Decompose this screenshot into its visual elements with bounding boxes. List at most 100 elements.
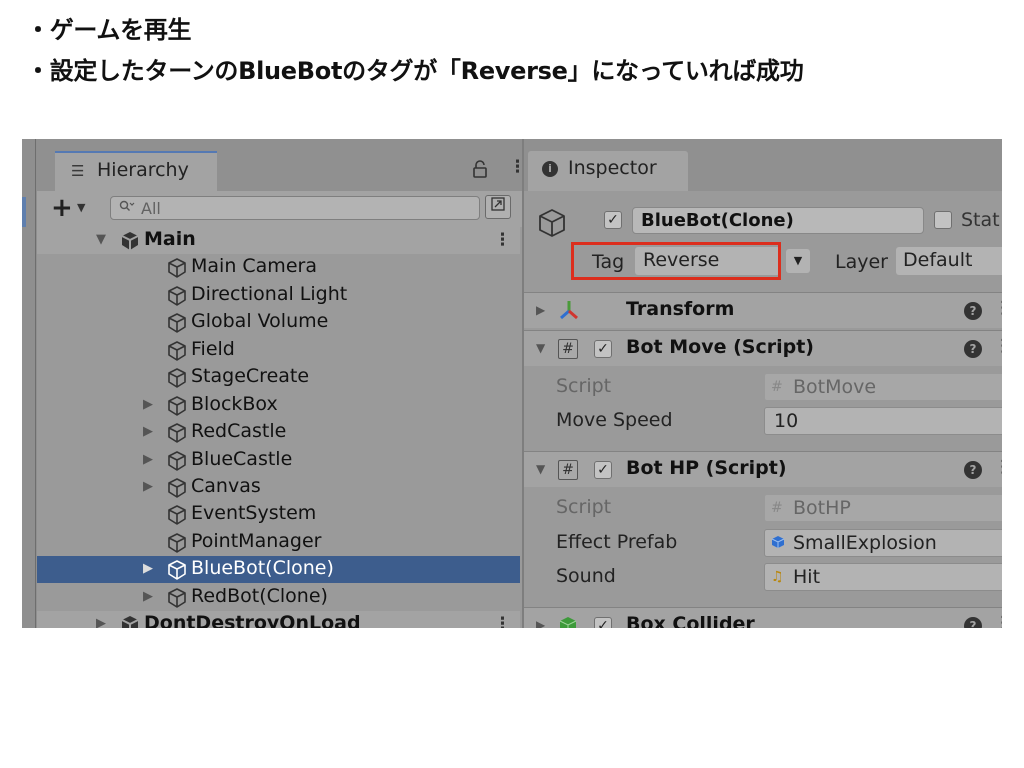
hierarchy-tree: ▼ Main ⋮ Main Camera Directional Light Global…	[37, 227, 520, 628]
gameobject-cube-icon	[166, 285, 188, 312]
move-speed-field[interactable]	[764, 407, 1002, 435]
hierarchy-item-label: Global Volume	[191, 310, 329, 332]
move-speed-input[interactable]	[765, 408, 1002, 434]
expand-arrow-icon[interactable]: ▶	[96, 616, 106, 628]
help-icon[interactable]: ?	[964, 461, 982, 479]
component-menu-icon[interactable]: ⋮	[994, 298, 1002, 318]
hierarchy-item-label: RedCastle	[191, 420, 287, 442]
prefab-cube-icon	[771, 535, 785, 553]
collapse-arrow-icon[interactable]: ▼	[536, 462, 545, 476]
bot-move-title: Bot Move (Script)	[626, 336, 814, 358]
component-menu-icon[interactable]: ⋮	[994, 457, 1002, 477]
gameobject-cube-icon	[166, 532, 188, 559]
static-checkbox[interactable]: ✓	[934, 211, 952, 229]
add-object-button[interactable]: +	[51, 193, 73, 223]
gameobject-cube-icon	[166, 312, 188, 339]
hierarchy-item[interactable]: EventSystem	[37, 501, 520, 528]
bot-hp-enabled-checkbox[interactable]: ✓	[594, 461, 612, 479]
expand-arrow-icon[interactable]: ▶	[143, 452, 153, 467]
expand-arrow-icon[interactable]: ▶	[143, 397, 153, 412]
hierarchy-item[interactable]: ▶ RedCastle	[37, 419, 520, 446]
tag-highlight-box	[571, 242, 781, 280]
script-field: # BotHP	[764, 494, 1002, 522]
hierarchy-item[interactable]: ▶ BlueCastle	[37, 447, 520, 474]
hierarchy-item[interactable]: ▶ BlueBot(Clone)	[37, 556, 520, 583]
object-name-input[interactable]	[633, 208, 921, 232]
help-icon[interactable]: ?	[964, 340, 982, 358]
hierarchy-item-label: Main	[144, 228, 196, 250]
box-collider-header[interactable]: ▶ ✓ Box Collider ? ⋮	[524, 607, 1002, 628]
bot-hp-script-row: Script # BotHP	[524, 491, 1002, 525]
script-value: BotMove	[793, 376, 877, 398]
help-icon[interactable]: ?	[964, 302, 982, 320]
component-menu-icon[interactable]: ⋮	[994, 336, 1002, 356]
transform-title: Transform	[626, 298, 735, 320]
collapse-arrow-icon[interactable]: ▼	[536, 341, 545, 355]
hierarchy-item[interactable]: Directional Light	[37, 282, 520, 309]
bot-hp-title: Bot HP (Script)	[626, 457, 787, 479]
help-icon[interactable]: ?	[964, 617, 982, 628]
gameobject-cube-icon	[166, 340, 188, 367]
gameobject-cube-icon	[166, 367, 188, 394]
hierarchy-item-label: StageCreate	[191, 365, 310, 387]
hierarchy-search[interactable]	[110, 196, 480, 220]
lock-icon[interactable]	[473, 160, 487, 182]
slide-bullets: ・ゲームを再生 ・設定したターンのBlueBotのタグが「Reverse」になっ…	[26, 16, 804, 100]
expand-arrow-icon[interactable]: ▶	[143, 589, 153, 604]
hierarchy-item-label: BlueCastle	[191, 448, 293, 470]
gameobject-cube-icon	[166, 477, 188, 504]
hierarchy-item[interactable]: PointManager	[37, 529, 520, 556]
component-menu-icon[interactable]: ⋮	[994, 613, 1002, 628]
collapse-arrow-icon[interactable]: ▼	[96, 232, 106, 247]
transform-header[interactable]: ▶ Transform ? ⋮	[524, 292, 1002, 328]
bot-move-header[interactable]: ▼ # ✓ Bot Move (Script) ? ⋮	[524, 330, 1002, 366]
tag-chevron-down-icon[interactable]: ▼	[786, 249, 810, 273]
effect-prefab-field[interactable]: SmallExplosion	[764, 529, 1002, 557]
hierarchy-item[interactable]: Global Volume	[37, 309, 520, 336]
list-icon: ☰	[71, 162, 85, 180]
expand-arrow-icon[interactable]: ▶	[143, 561, 153, 576]
layer-dropdown[interactable]: Default	[896, 247, 1002, 275]
scene-menu-icon[interactable]: ⋮	[494, 230, 511, 250]
bullet-success-condition: ・設定したターンのBlueBotのタグが「Reverse」になっていれば成功	[26, 57, 804, 85]
bullet-play-game: ・ゲームを再生	[26, 16, 192, 44]
object-name-field[interactable]	[632, 207, 924, 234]
gameobject-cube-icon	[166, 422, 188, 449]
layer-label: Layer	[835, 251, 888, 273]
gameobject-cube-icon	[166, 257, 188, 284]
gameobject-cube-icon	[166, 450, 188, 477]
bot-move-script-row: Script # BotMove	[524, 370, 1002, 404]
effect-prefab-row: Effect Prefab SmallExplosion	[524, 526, 1002, 560]
active-checkbox[interactable]: ✓	[604, 211, 622, 229]
bot-hp-header[interactable]: ▼ # ✓ Bot HP (Script) ? ⋮	[524, 451, 1002, 487]
scene-row[interactable]: ▶ DontDestroyOnLoad ⋮	[37, 611, 520, 628]
hierarchy-item[interactable]: ▶ RedBot(Clone)	[37, 584, 520, 611]
tab-hierarchy[interactable]: ☰ Hierarchy	[55, 151, 217, 191]
hierarchy-item[interactable]: Main Camera	[37, 254, 520, 281]
expand-arrow-icon[interactable]: ▶	[143, 479, 153, 494]
expand-arrow-icon[interactable]: ▶	[143, 424, 153, 439]
expand-arrow-icon[interactable]: ▶	[536, 303, 545, 317]
box-collider-enabled-checkbox[interactable]: ✓	[594, 617, 612, 628]
search-input[interactable]	[141, 198, 461, 218]
gameobject-cube-icon	[536, 207, 568, 243]
gameobject-cube-icon	[166, 587, 188, 614]
chevron-down-icon[interactable]: ▼	[77, 201, 85, 214]
tab-inspector[interactable]: i Inspector	[528, 151, 688, 191]
hierarchy-item[interactable]: ▶ BlockBox	[37, 392, 520, 419]
scene-visibility-button[interactable]	[485, 195, 511, 219]
move-speed-label: Move Speed	[556, 409, 673, 431]
info-icon: i	[542, 161, 558, 177]
script-label: Script	[556, 375, 612, 397]
hierarchy-item[interactable]: Field	[37, 337, 520, 364]
box-collider-icon	[558, 615, 578, 628]
sound-field[interactable]: ♫ Hit	[764, 563, 1002, 591]
expand-arrow-icon[interactable]: ▶	[536, 618, 545, 628]
tab-inspector-label: Inspector	[568, 157, 657, 179]
hierarchy-item[interactable]: StageCreate	[37, 364, 520, 391]
hierarchy-item[interactable]: ▶ Canvas	[37, 474, 520, 501]
scene-row[interactable]: ▼ Main ⋮	[37, 227, 520, 254]
bot-move-enabled-checkbox[interactable]: ✓	[594, 340, 612, 358]
scene-menu-icon[interactable]: ⋮	[494, 614, 511, 628]
tab-hierarchy-label: Hierarchy	[97, 159, 189, 181]
